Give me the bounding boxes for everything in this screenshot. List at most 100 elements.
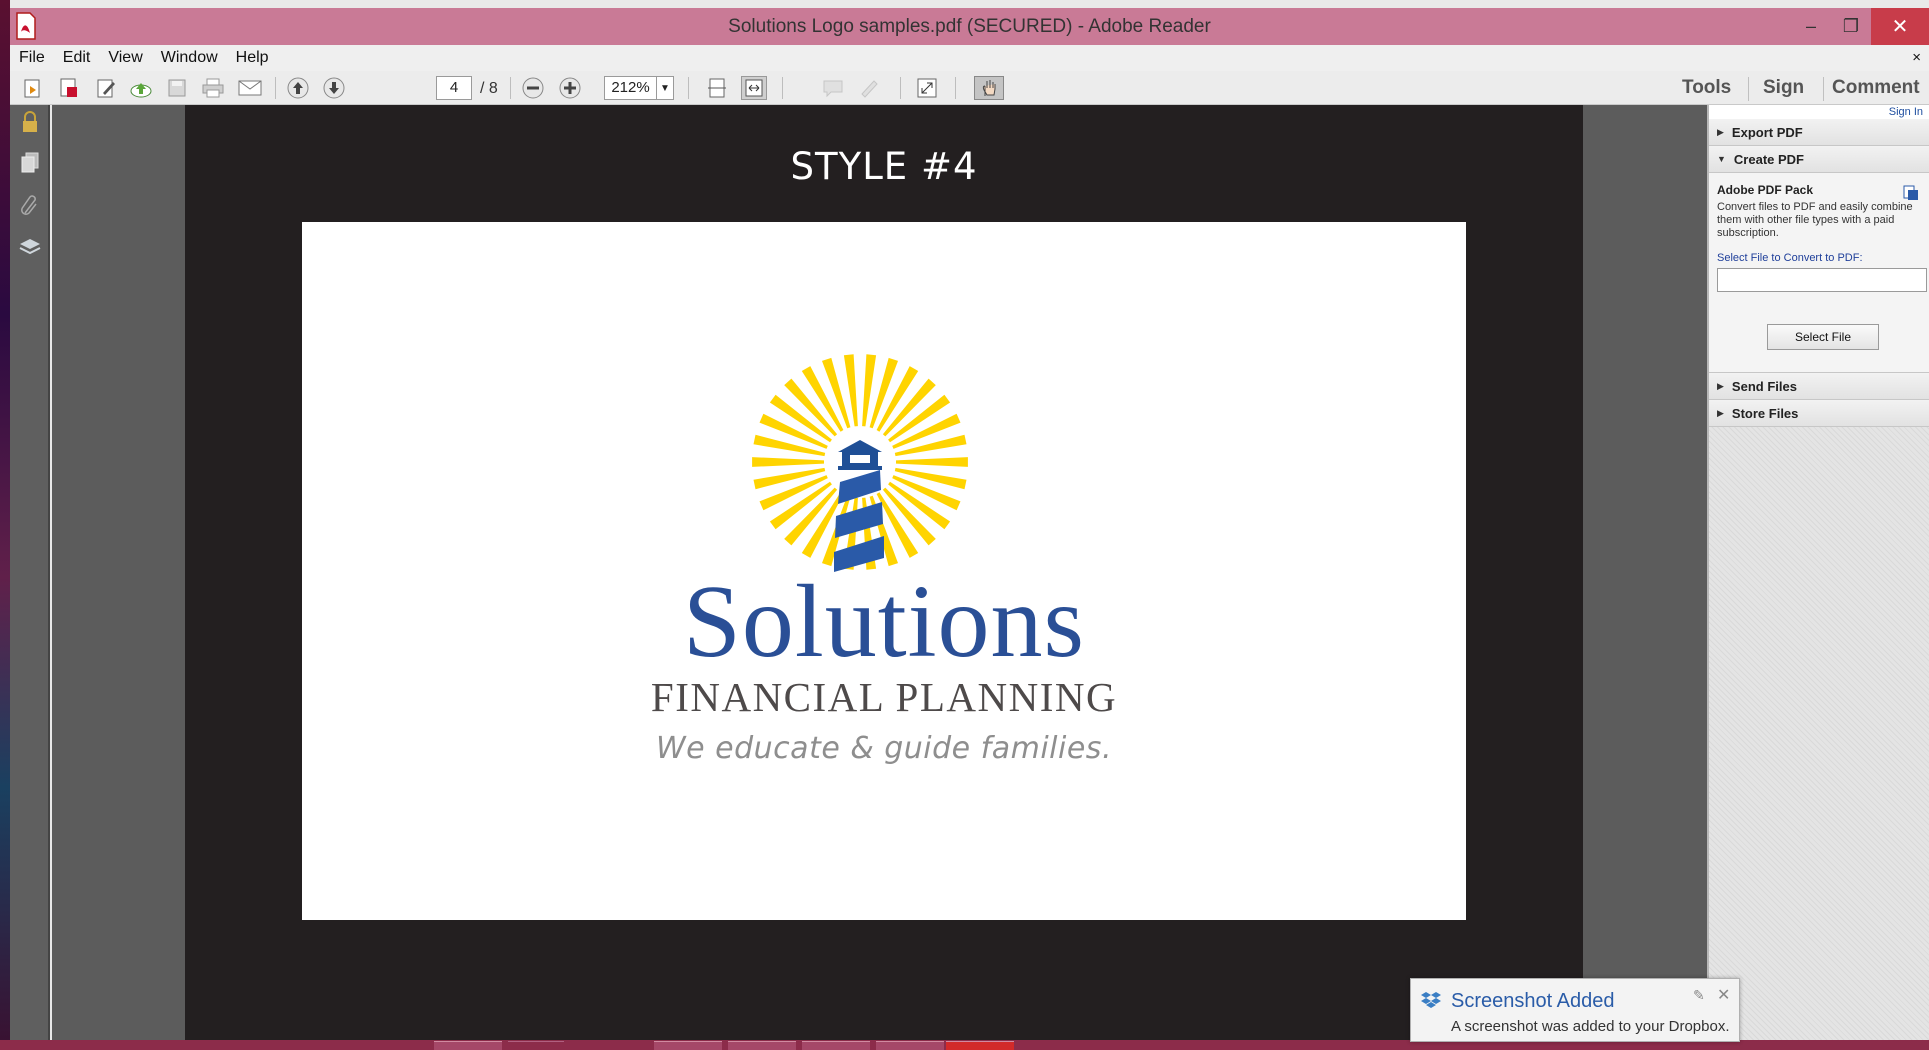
taskbar-app-button[interactable]: [654, 1041, 722, 1050]
tools-pane-link[interactable]: Tools: [1682, 77, 1731, 99]
lock-icon[interactable]: [18, 110, 42, 134]
adobe-reader-window: Solutions Logo samples.pdf (SECURED) - A…: [10, 0, 1929, 1040]
sun-ray: [752, 457, 824, 467]
navigation-pane: [10, 105, 50, 1040]
menu-file[interactable]: File: [10, 49, 54, 67]
logo-wordmark: Solutions: [683, 564, 1085, 679]
open-icon[interactable]: [20, 76, 46, 100]
zoom-dropdown-button[interactable]: ▼: [656, 76, 674, 100]
menu-bar: File Edit View Window Help ×: [10, 45, 1929, 71]
toolbar-separator: [900, 77, 901, 99]
pin-icon[interactable]: ✎: [1693, 987, 1705, 1004]
zoom-out-icon[interactable]: [520, 76, 546, 100]
toolbar-separator: [510, 77, 511, 99]
sticky-note-icon[interactable]: [820, 76, 846, 100]
create-pdf-label: Create PDF: [1733, 151, 1804, 167]
hand-tool-icon[interactable]: [974, 76, 1004, 100]
store-files-section[interactable]: ▶ Store Files: [1709, 400, 1929, 427]
page-thumbnails-icon[interactable]: [18, 151, 42, 175]
window-title: Solutions Logo samples.pdf (SECURED) - A…: [728, 15, 1211, 37]
upload-icon[interactable]: [128, 76, 154, 100]
taskbar-app-button[interactable]: [508, 1041, 564, 1050]
sun-ray: [896, 457, 968, 467]
toolbar-separator: [1823, 77, 1824, 101]
file-path-input[interactable]: [1717, 268, 1927, 292]
sign-in-link[interactable]: Sign In: [1709, 105, 1929, 119]
toolbar-separator: [955, 77, 956, 99]
fullscreen-icon[interactable]: [914, 76, 940, 100]
sun-ray: [894, 434, 967, 457]
sign-pane-link[interactable]: Sign: [1763, 77, 1804, 99]
store-files-label: Store Files: [1731, 405, 1799, 421]
create-pdf-panel: Adobe PDF Pack Convert files to PDF and …: [1709, 173, 1929, 373]
send-files-section[interactable]: ▶ Send Files: [1709, 373, 1929, 400]
menu-window[interactable]: Window: [152, 49, 227, 67]
menu-view[interactable]: View: [99, 49, 151, 67]
email-icon[interactable]: [237, 76, 263, 100]
fit-width-icon[interactable]: [741, 76, 767, 100]
create-pdf-section[interactable]: ▼ Create PDF: [1709, 146, 1929, 173]
save-icon[interactable]: [164, 76, 190, 100]
toolbar-separator: [1748, 77, 1749, 101]
taskbar-app-button[interactable]: [946, 1041, 1014, 1050]
fit-page-icon[interactable]: [704, 76, 730, 100]
next-page-icon[interactable]: [321, 76, 347, 100]
sun-ray: [753, 434, 826, 457]
page-heading: STYLE #4: [790, 145, 978, 188]
page-number-input[interactable]: 4: [436, 76, 472, 100]
menu-edit[interactable]: Edit: [54, 49, 100, 67]
taskbar-app-button[interactable]: [802, 1041, 870, 1050]
toolbar-separator: [782, 77, 783, 99]
prev-page-icon[interactable]: [285, 76, 311, 100]
export-pdf-section[interactable]: ▶ Export PDF: [1709, 119, 1929, 146]
create-pdf-icon[interactable]: [56, 76, 82, 100]
pdf-pack-description: Convert files to PDF and easily combine …: [1717, 201, 1913, 239]
select-file-label: Select File to Convert to PDF:: [1717, 252, 1863, 264]
triangle-right-icon: ▶: [1717, 380, 1724, 391]
dropbox-icon: [1421, 992, 1441, 1008]
close-button[interactable]: ✕: [1871, 8, 1929, 45]
dropbox-notification[interactable]: Screenshot Added A screenshot was added …: [1410, 978, 1740, 1042]
taskbar-app-button[interactable]: [434, 1041, 502, 1050]
logo-subtitle: FINANCIAL PLANNING: [650, 674, 1118, 720]
zoom-input[interactable]: 212%: [604, 76, 656, 100]
page-total-label: / 8: [480, 80, 498, 97]
edit-icon[interactable]: [93, 76, 119, 100]
document-area[interactable]: STYLE #4 Solutions FINANCIAL PLANNING We…: [52, 105, 1707, 1040]
triangle-right-icon: ▶: [1717, 126, 1724, 137]
export-pdf-label: Export PDF: [1731, 124, 1803, 140]
triangle-right-icon: ▶: [1717, 407, 1724, 418]
print-icon[interactable]: [200, 76, 226, 100]
sun-ray: [753, 467, 826, 490]
window-controls: ‒ ❐ ✕: [1791, 8, 1929, 45]
attachments-icon[interactable]: [18, 194, 42, 218]
pdf-pack-title: Adobe PDF Pack: [1717, 183, 1814, 197]
highlight-icon[interactable]: [856, 76, 882, 100]
comment-pane-link[interactable]: Comment: [1832, 77, 1920, 99]
desktop-background: [0, 0, 10, 1050]
minimize-button[interactable]: ‒: [1791, 8, 1831, 45]
menu-help[interactable]: Help: [227, 49, 278, 67]
taskbar-app-button[interactable]: [876, 1041, 944, 1050]
sun-ray: [894, 467, 967, 490]
layers-icon[interactable]: [18, 235, 42, 259]
pdf-pack-icon[interactable]: [1903, 185, 1919, 201]
send-files-label: Send Files: [1731, 378, 1797, 394]
zoom-in-icon[interactable]: [557, 76, 583, 100]
select-file-button[interactable]: Select File: [1767, 324, 1879, 350]
toolbar-separator: [275, 77, 276, 99]
maximize-button[interactable]: ❐: [1831, 8, 1871, 45]
close-document-button[interactable]: ×: [1912, 49, 1921, 66]
logo-card: Solutions FINANCIAL PLANNING We educate …: [302, 222, 1466, 920]
toolbar: 4 / 8 212% ▼ Tools Sign Comment: [10, 71, 1929, 105]
triangle-down-icon: ▼: [1717, 154, 1726, 164]
taskbar-app-button[interactable]: [728, 1041, 796, 1050]
notification-close-button[interactable]: ✕: [1717, 985, 1730, 1005]
title-bar: Solutions Logo samples.pdf (SECURED) - A…: [10, 8, 1929, 45]
notification-title: Screenshot Added: [1451, 990, 1615, 1012]
lighthouse-sun-icon: [752, 354, 968, 572]
pdf-page: STYLE #4 Solutions FINANCIAL PLANNING We…: [185, 105, 1583, 1040]
notification-body: A screenshot was added to your Dropbox.: [1451, 1018, 1730, 1035]
tools-pane: Sign In ▶ Export PDF ▼ Create PDF Adobe …: [1707, 105, 1929, 1040]
toolbar-separator: [688, 77, 689, 99]
